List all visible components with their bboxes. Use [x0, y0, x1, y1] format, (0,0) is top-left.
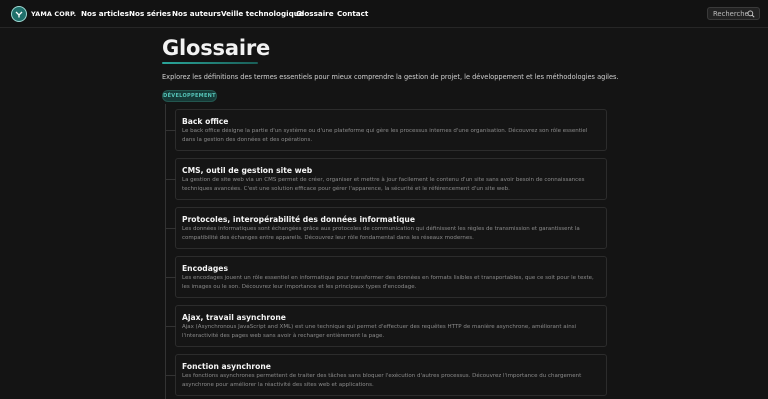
- glossary-definition: Les encodages jouent un rôle essentiel e…: [182, 275, 594, 291]
- search-icon[interactable]: [747, 10, 755, 18]
- brand-logo-mark: [11, 6, 27, 22]
- glossary-card[interactable]: Encodages Les encodages jouent un rôle e…: [166, 256, 607, 298]
- glossary-definition: La gestion de site web via un CMS permet…: [182, 177, 585, 193]
- page-title: Glossaire: [162, 36, 271, 60]
- glossary-card[interactable]: Back office Le back office désigne la pa…: [166, 109, 607, 151]
- timeline-line: [165, 104, 166, 399]
- glossary-card[interactable]: Fonction asynchrone Les fonctions asynch…: [166, 354, 607, 396]
- glossary-term[interactable]: Fonction asynchrone: [182, 362, 271, 371]
- card-connector: [166, 228, 176, 229]
- brand-name: YAMA CORP.: [31, 10, 77, 18]
- glossary-card[interactable]: Ajax, travail asynchrone Ajax (Asynchron…: [166, 305, 607, 347]
- glossary-term[interactable]: Encodages: [182, 264, 228, 273]
- glossary-definition: Le back office désigne la partie d'un sy…: [182, 128, 588, 144]
- glossary-term[interactable]: Ajax, travail asynchrone: [182, 313, 286, 322]
- glossary-definition: Les données informatiques sont échangées…: [182, 226, 580, 242]
- glossary-definition: Les fonctions asynchrones permettent de …: [182, 373, 582, 389]
- brand-logo[interactable]: YAMA CORP.: [11, 6, 76, 22]
- category-badge[interactable]: DÉVELOPPEMENT: [162, 90, 217, 102]
- nav-link-contact[interactable]: Contact: [337, 9, 368, 18]
- glossary-term[interactable]: CMS, outil de gestion site web: [182, 166, 312, 175]
- site-header: YAMA CORP. Nos articles Nos séries Nos a…: [0, 0, 768, 28]
- glossary-term[interactable]: Protocoles, interopérabilité des données…: [182, 215, 415, 224]
- card-connector: [166, 326, 176, 327]
- search-placeholder: Recherche: [713, 9, 749, 18]
- page-intro: Explorez les définitions des termes esse…: [162, 73, 619, 81]
- glossary-definition: Ajax (Asynchronous JavaScript and XML) e…: [182, 324, 577, 340]
- title-underline: [162, 62, 258, 64]
- nav-link-auteurs[interactable]: Nos auteurs: [172, 9, 221, 18]
- card-connector: [166, 179, 176, 180]
- nav-link-veille[interactable]: Veille technologique: [221, 9, 304, 18]
- nav-link-series[interactable]: Nos séries: [129, 9, 171, 18]
- glossary-card[interactable]: CMS, outil de gestion site web La gestio…: [166, 158, 607, 200]
- card-connector: [166, 130, 176, 131]
- card-connector: [166, 277, 176, 278]
- card-connector: [166, 375, 176, 376]
- glossary-card[interactable]: Protocoles, interopérabilité des données…: [166, 207, 607, 249]
- nav-link-articles[interactable]: Nos articles: [81, 9, 129, 18]
- nav-link-glossaire[interactable]: Glossaire: [296, 9, 334, 18]
- search-input[interactable]: Recherche: [707, 7, 760, 20]
- glossary-term[interactable]: Back office: [182, 117, 228, 126]
